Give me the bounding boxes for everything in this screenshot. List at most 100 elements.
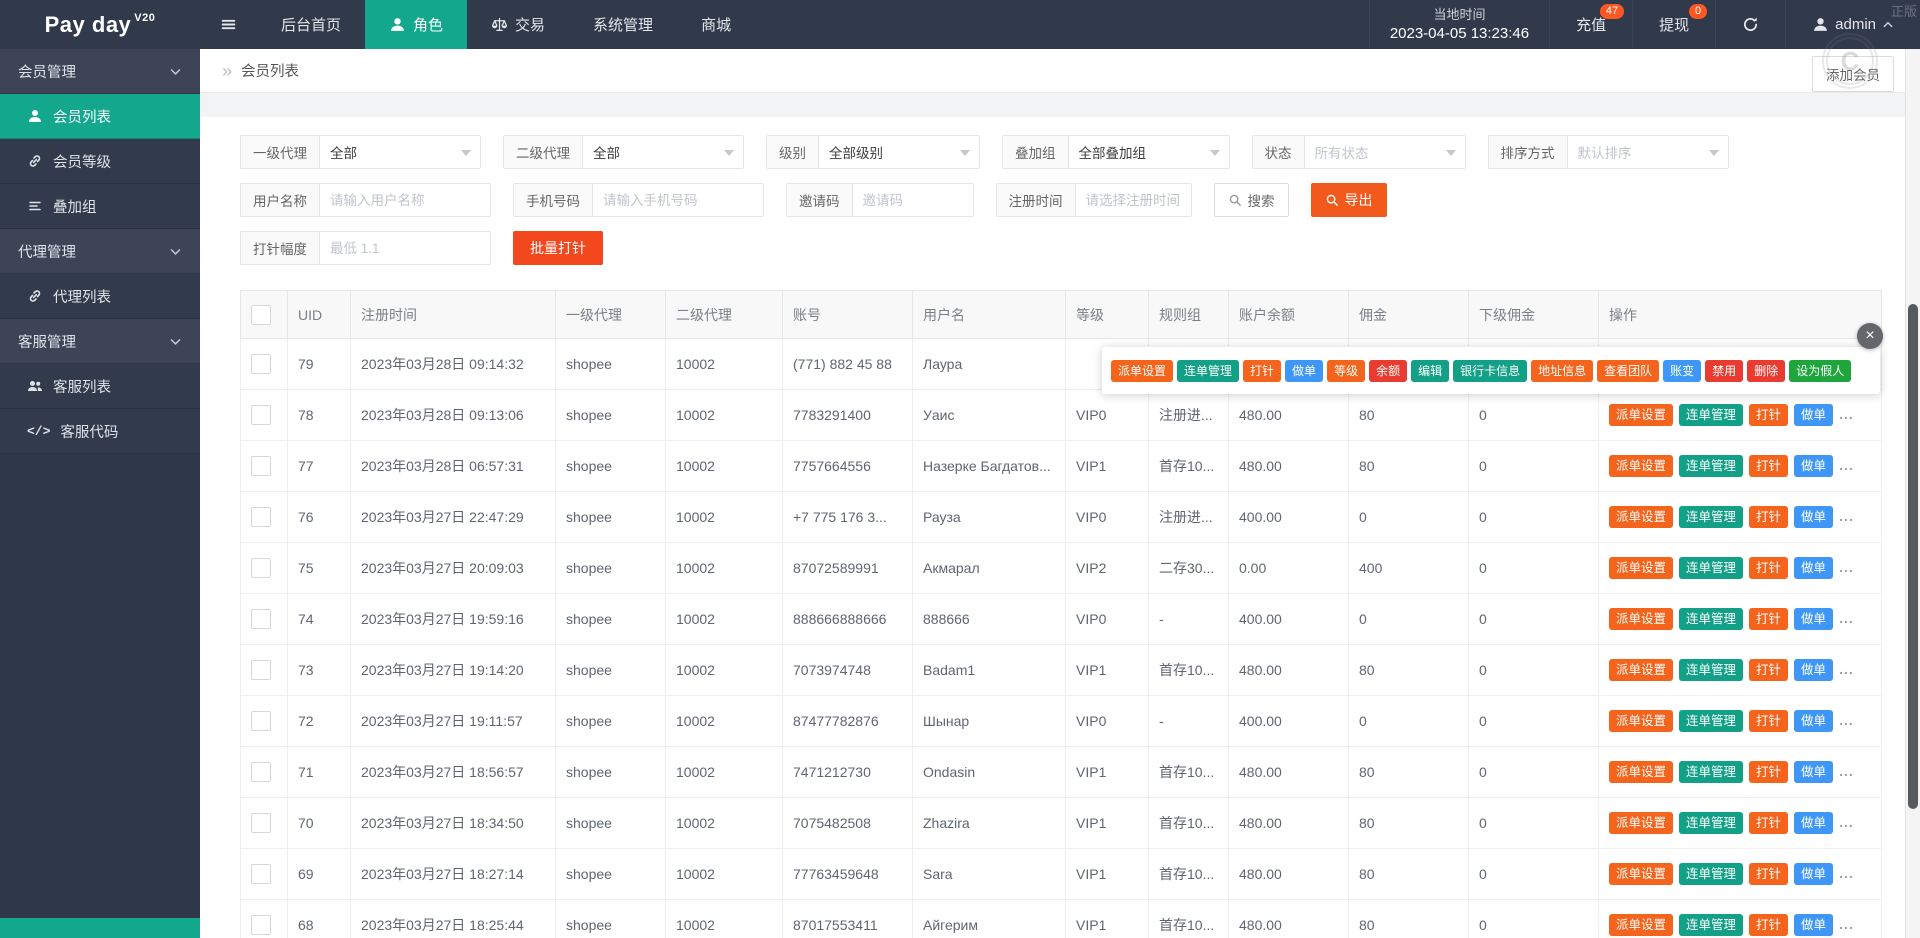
more-actions-button[interactable]: ... — [1839, 457, 1854, 473]
popup-action-level-button[interactable]: 等级 — [1327, 359, 1366, 382]
popup-action-address-info-button[interactable]: 地址信息 — [1531, 359, 1594, 382]
nav-item-trade[interactable]: 交易 — [467, 0, 569, 49]
more-actions-button[interactable]: ... — [1839, 712, 1854, 728]
filter-select-value[interactable]: 全部叠加组 — [1069, 136, 1229, 168]
action-dispatch-settings-button[interactable]: 派单设置 — [1609, 862, 1674, 886]
action-make-order-button[interactable]: 做单 — [1794, 403, 1834, 427]
more-actions-button[interactable]: ... — [1839, 661, 1854, 677]
vertical-scrollbar[interactable] — [1905, 49, 1920, 938]
action-dispatch-settings-button[interactable]: 派单设置 — [1609, 505, 1674, 529]
refresh-button[interactable] — [1715, 0, 1785, 49]
username-input[interactable] — [320, 184, 490, 216]
more-actions-button[interactable]: ... — [1839, 508, 1854, 524]
row-checkbox[interactable] — [251, 456, 271, 476]
row-checkbox[interactable] — [251, 915, 271, 935]
action-combo-manage-button[interactable]: 连单管理 — [1679, 760, 1744, 784]
sidebar-item-member-level[interactable]: 会员等级 — [0, 139, 200, 184]
sidebar-group-member-manage[interactable]: 会员管理 — [0, 49, 200, 94]
filter-select-value[interactable]: 全部 — [583, 136, 743, 168]
row-checkbox[interactable] — [251, 405, 271, 425]
sidebar-group-service-manage[interactable]: 客服管理 — [0, 319, 200, 364]
popup-action-balance-change-button[interactable]: 账变 — [1663, 359, 1702, 382]
select-all-checkbox[interactable] — [251, 304, 271, 325]
action-combo-manage-button[interactable]: 连单管理 — [1679, 811, 1744, 835]
row-checkbox[interactable] — [251, 507, 271, 527]
action-dispatch-settings-button[interactable]: 派单设置 — [1609, 556, 1674, 580]
row-checkbox[interactable] — [251, 609, 271, 629]
action-combo-manage-button[interactable]: 连单管理 — [1679, 862, 1744, 886]
more-actions-button[interactable]: ... — [1839, 406, 1854, 422]
popup-action-dispatch-settings-button[interactable]: 派单设置 — [1111, 359, 1174, 382]
row-checkbox[interactable] — [251, 711, 271, 731]
nav-item-mall[interactable]: 商城 — [677, 0, 755, 49]
action-inject-button[interactable]: 打针 — [1749, 709, 1789, 733]
action-make-order-button[interactable]: 做单 — [1794, 760, 1834, 784]
action-make-order-button[interactable]: 做单 — [1794, 709, 1834, 733]
action-combo-manage-button[interactable]: 连单管理 — [1679, 658, 1744, 682]
action-inject-button[interactable]: 打针 — [1749, 556, 1789, 580]
action-dispatch-settings-button[interactable]: 派单设置 — [1609, 811, 1674, 835]
action-dispatch-settings-button[interactable]: 派单设置 — [1609, 709, 1674, 733]
filter-select-value[interactable]: 所有状态 — [1305, 136, 1465, 168]
nav-item-system-manage[interactable]: 系统管理 — [569, 0, 677, 49]
action-inject-button[interactable]: 打针 — [1749, 811, 1789, 835]
action-make-order-button[interactable]: 做单 — [1794, 505, 1834, 529]
popup-action-view-team-button[interactable]: 查看团队 — [1597, 359, 1660, 382]
search-button[interactable]: 搜索 — [1213, 183, 1289, 217]
action-make-order-button[interactable]: 做单 — [1794, 811, 1834, 835]
action-combo-manage-button[interactable]: 连单管理 — [1679, 454, 1744, 478]
action-make-order-button[interactable]: 做单 — [1794, 913, 1834, 937]
row-checkbox[interactable] — [251, 864, 271, 884]
popup-action-disable-button[interactable]: 禁用 — [1705, 359, 1744, 382]
filter-select-value[interactable]: 全部 — [320, 136, 480, 168]
action-inject-button[interactable]: 打针 — [1749, 454, 1789, 478]
filter-select-value[interactable]: 全部级别 — [819, 136, 979, 168]
action-dispatch-settings-button[interactable]: 派单设置 — [1609, 607, 1674, 631]
action-combo-manage-button[interactable]: 连单管理 — [1679, 556, 1744, 580]
action-combo-manage-button[interactable]: 连单管理 — [1679, 403, 1744, 427]
export-button[interactable]: 导出 — [1310, 183, 1387, 217]
action-inject-button[interactable]: 打针 — [1749, 658, 1789, 682]
action-make-order-button[interactable]: 做单 — [1794, 454, 1834, 478]
sidebar-group-agent-manage[interactable]: 代理管理 — [0, 229, 200, 274]
action-inject-button[interactable]: 打针 — [1749, 607, 1789, 631]
action-dispatch-settings-button[interactable]: 派单设置 — [1609, 760, 1674, 784]
action-make-order-button[interactable]: 做单 — [1794, 658, 1834, 682]
register-time-input[interactable] — [1075, 184, 1191, 216]
phone-input[interactable] — [593, 184, 763, 216]
more-actions-button[interactable]: ... — [1839, 763, 1854, 779]
nav-item-role[interactable]: 角色 — [365, 0, 468, 49]
inject-range-input[interactable] — [320, 232, 490, 264]
action-inject-button[interactable]: 打针 — [1749, 862, 1789, 886]
action-make-order-button[interactable]: 做单 — [1794, 556, 1834, 580]
action-make-order-button[interactable]: 做单 — [1794, 862, 1834, 886]
more-actions-button[interactable]: ... — [1839, 916, 1854, 932]
row-checkbox[interactable] — [251, 354, 271, 374]
more-actions-button[interactable]: ... — [1839, 610, 1854, 626]
nav-item-backend-home[interactable]: 后台首页 — [257, 0, 365, 49]
action-dispatch-settings-button[interactable]: 派单设置 — [1609, 658, 1674, 682]
sidebar-item-agent-list[interactable]: 代理列表 — [0, 274, 200, 319]
action-dispatch-settings-button[interactable]: 派单设置 — [1609, 913, 1674, 937]
popup-action-delete-button[interactable]: 删除 — [1747, 359, 1786, 382]
action-combo-manage-button[interactable]: 连单管理 — [1679, 607, 1744, 631]
more-actions-button[interactable]: ... — [1839, 865, 1854, 881]
action-inject-button[interactable]: 打针 — [1749, 505, 1789, 529]
sidebar-toggle-button[interactable] — [200, 0, 257, 49]
action-inject-button[interactable]: 打针 — [1749, 403, 1789, 427]
popup-action-bank-card-info-button[interactable]: 银行卡信息 — [1453, 359, 1528, 382]
more-actions-button[interactable]: ... — [1839, 814, 1854, 830]
filter-select-value[interactable]: 默认排序 — [1568, 136, 1728, 168]
action-dispatch-settings-button[interactable]: 派单设置 — [1609, 403, 1674, 427]
popup-action-balance-button[interactable]: 余额 — [1369, 359, 1408, 382]
recharge-button[interactable]: 充值 47 — [1549, 0, 1632, 49]
sidebar-item-member-list[interactable]: 会员列表 — [0, 94, 200, 139]
sidebar-item-service-code[interactable]: </> 客服代码 — [0, 409, 200, 454]
action-make-order-button[interactable]: 做单 — [1794, 607, 1834, 631]
withdraw-button[interactable]: 提现 0 — [1632, 0, 1715, 49]
row-checkbox[interactable] — [251, 762, 271, 782]
action-inject-button[interactable]: 打针 — [1749, 913, 1789, 937]
action-combo-manage-button[interactable]: 连单管理 — [1679, 505, 1744, 529]
popup-action-edit-button[interactable]: 编辑 — [1411, 359, 1450, 382]
more-actions-button[interactable]: ... — [1839, 559, 1854, 575]
